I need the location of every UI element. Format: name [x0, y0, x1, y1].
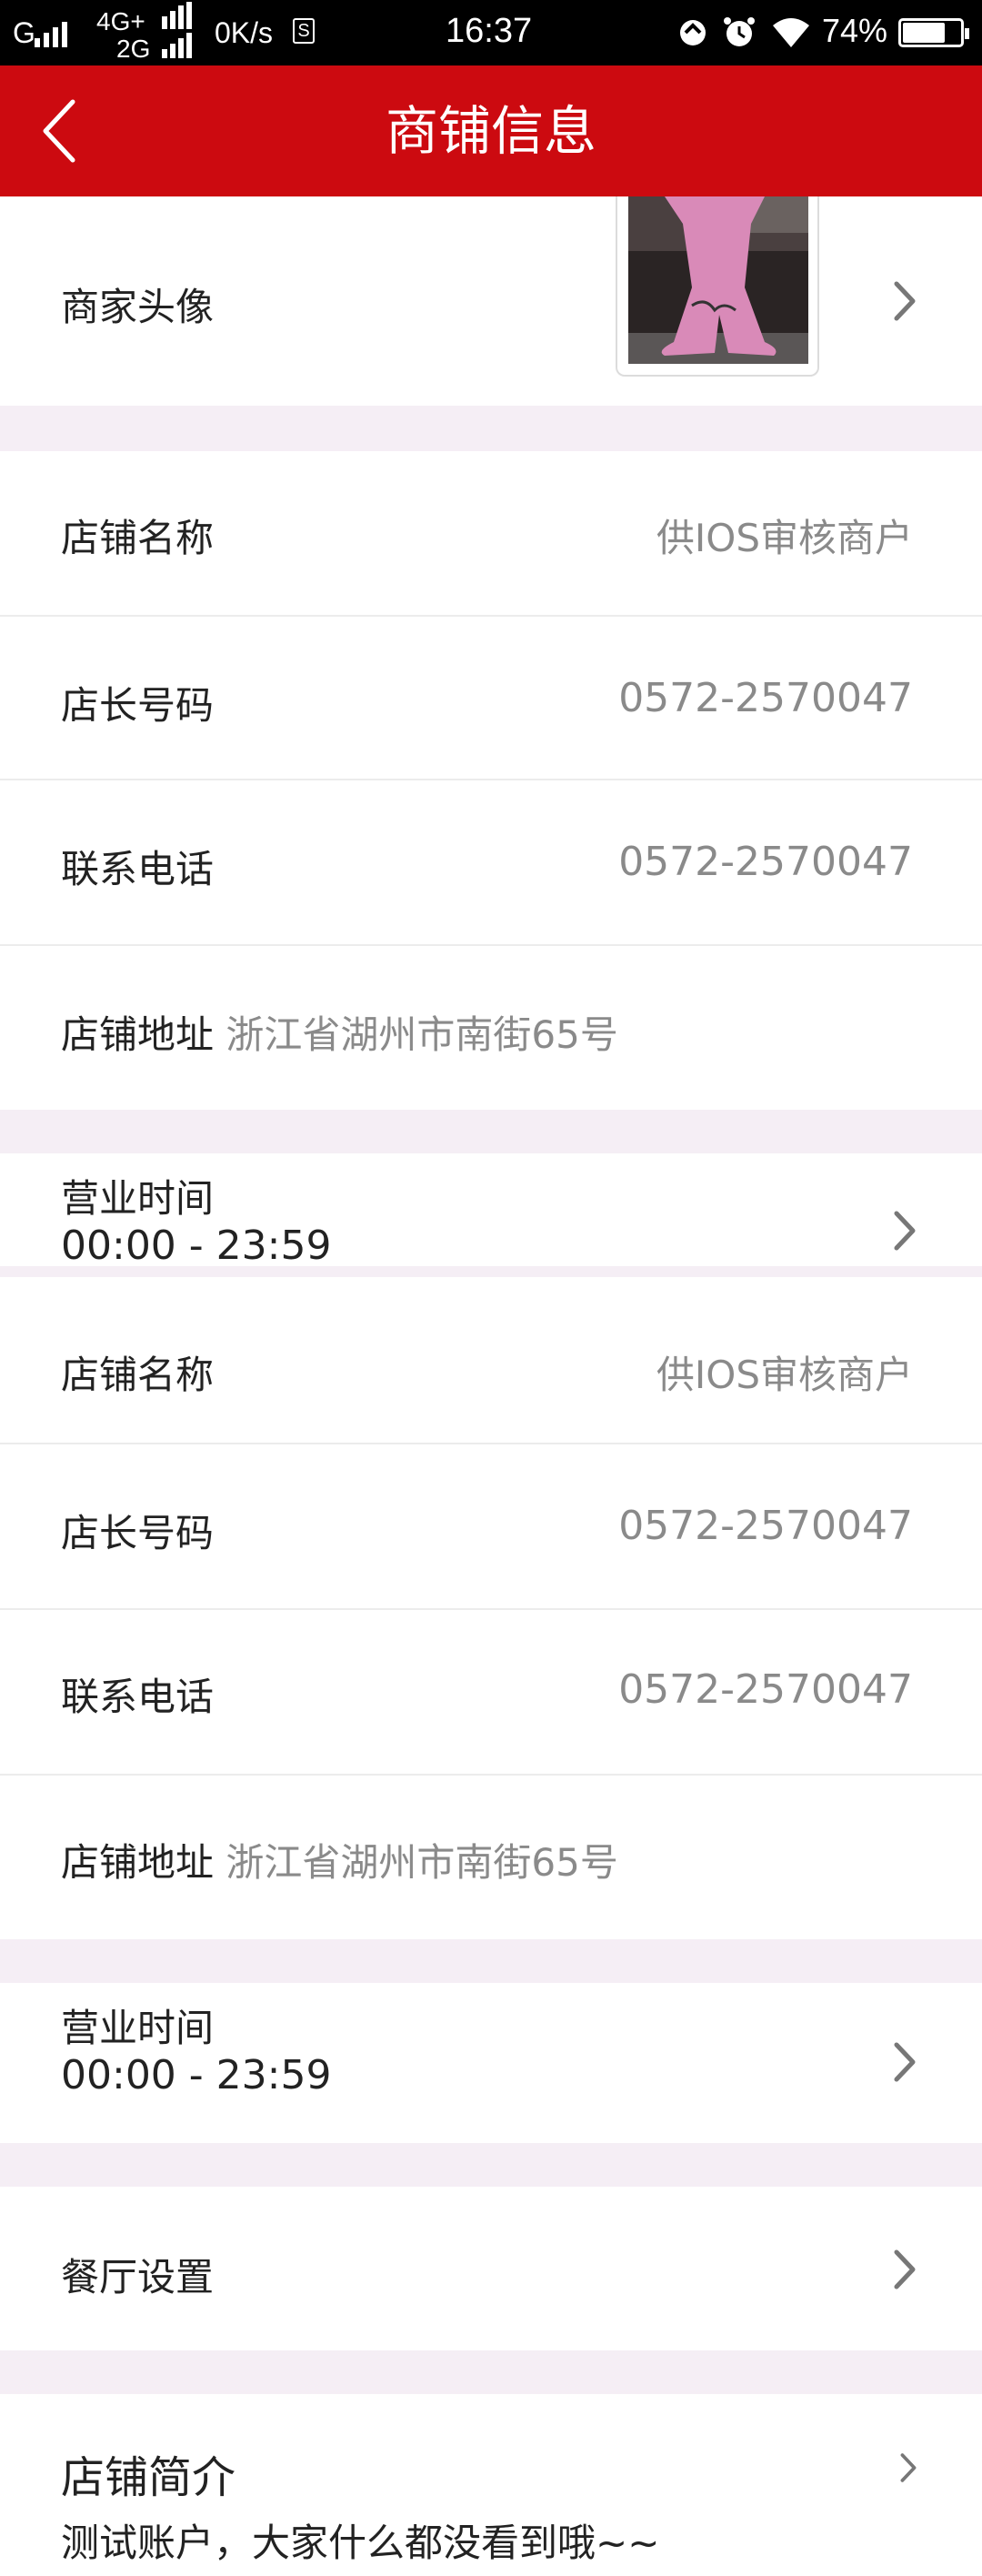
page-title: 商铺信息	[385, 100, 596, 162]
shop-name-value: 供IOS审核商户	[656, 1353, 913, 1397]
address-row[interactable]: 店铺地址 浙江省湖州市南街65号	[0, 1776, 982, 1939]
battery-icon	[898, 18, 969, 47]
business-hours-value: 00:00 - 23:59	[61, 1223, 332, 1269]
avatar-frame[interactable]	[616, 196, 819, 377]
business-hours-label: 营业时间	[61, 1176, 215, 1221]
restaurant-settings-label: 餐厅设置	[61, 2255, 215, 2299]
manager-phone-value: 0572-2570047	[618, 1503, 913, 1549]
manager-phone-label: 店长号码	[61, 683, 215, 728]
chevron-right-icon	[894, 2042, 916, 2082]
avatar	[628, 196, 808, 364]
speed-label: 0K/s	[215, 16, 274, 49]
network2-top-label: 4G+	[96, 7, 145, 35]
shop-name-value: 供IOS审核商户	[656, 516, 913, 560]
shop-intro-title: 店铺简介	[61, 2452, 236, 2503]
address-line: 店铺地址 浙江省湖州市南街65号	[61, 1832, 618, 1887]
status-bar: G 4G+ 2G 0K/s S 16:37 74%	[0, 0, 982, 65]
address-label: 店铺地址	[61, 1012, 215, 1057]
manager-phone-value: 0572-2570047	[618, 675, 913, 721]
contact-phone-label: 联系电话	[61, 847, 215, 891]
chevron-right-icon	[894, 1211, 916, 1251]
business-hours-value: 00:00 - 23:59	[61, 2052, 332, 2098]
chevron-right-icon	[894, 2249, 916, 2289]
address-value: 浙江省湖州市南街65号	[225, 1012, 618, 1057]
chevron-right-icon	[894, 281, 916, 321]
address-line: 店铺地址 浙江省湖州市南街65号	[61, 1004, 618, 1060]
clock-time: 16:37	[446, 12, 533, 50]
restaurant-settings-row[interactable]: 餐厅设置	[0, 2187, 982, 2350]
manager-phone-label: 店长号码	[61, 1511, 215, 1555]
shop-name-label: 店铺名称	[61, 516, 215, 560]
address-label: 店铺地址	[61, 1840, 215, 1885]
sync-icon	[680, 20, 706, 45]
shop-name-label: 店铺名称	[61, 1353, 215, 1397]
alarm-icon	[724, 17, 755, 46]
address-value: 浙江省湖州市南街65号	[225, 1840, 618, 1885]
contact-phone-value: 0572-2570047	[618, 1666, 913, 1713]
manager-phone-row[interactable]: 店长号码 0572-2570047	[0, 1444, 982, 1610]
shop-intro-row[interactable]: 店铺简介 测试账户，大家什么都没看到哦~~	[0, 2394, 982, 2576]
shop-name-row[interactable]: 店铺名称 供IOS审核商户	[0, 1277, 982, 1444]
manager-phone-row[interactable]: 店长号码 0572-2570047	[0, 617, 982, 780]
network-label: G	[13, 16, 35, 49]
business-hours-label: 营业时间	[61, 2006, 215, 2050]
battery-percent: 74%	[822, 12, 888, 49]
business-hours-row[interactable]: 营业时间 00:00 - 23:59	[0, 1153, 982, 1269]
contact-phone-value: 0572-2570047	[618, 839, 913, 885]
address-row[interactable]: 店铺地址 浙江省湖州市南街65号	[0, 946, 982, 1110]
wifi-icon	[773, 18, 809, 47]
contact-phone-label: 联系电话	[61, 1675, 215, 1719]
signal-icon	[35, 16, 80, 47]
avatar-label: 商家头像	[61, 285, 215, 329]
shop-intro-text: 测试账户，大家什么都没看到哦~~	[61, 2521, 660, 2565]
contact-phone-row[interactable]: 联系电话 0572-2570047	[0, 780, 982, 946]
storage-icon: S	[293, 18, 315, 44]
chevron-right-icon	[900, 2453, 917, 2482]
contact-phone-row[interactable]: 联系电话 0572-2570047	[0, 1610, 982, 1776]
business-hours-row[interactable]: 营业时间 00:00 - 23:59	[0, 1983, 982, 2143]
nav-bar: 商铺信息	[0, 65, 982, 196]
avatar-row[interactable]: 商家头像	[0, 196, 982, 406]
shop-name-row[interactable]: 店铺名称 供IOS审核商户	[0, 451, 982, 617]
signal-icon	[162, 2, 204, 58]
network2-bottom-label: 2G	[116, 35, 151, 63]
